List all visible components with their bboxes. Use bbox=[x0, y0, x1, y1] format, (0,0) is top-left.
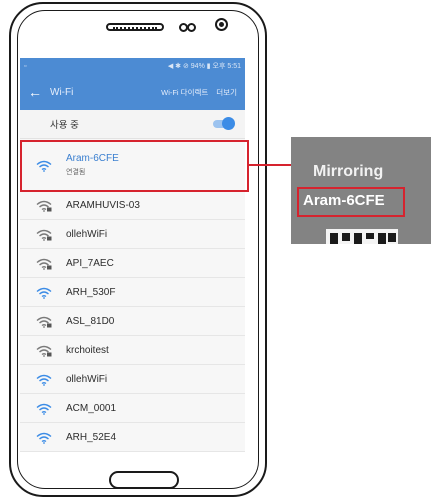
wifi-lock-icon bbox=[36, 315, 52, 328]
back-arrow-icon[interactable]: ← bbox=[28, 85, 42, 99]
network-item[interactable]: ARAMHUVIS-03 bbox=[20, 191, 245, 220]
wifi-lock-icon bbox=[36, 199, 52, 212]
network-name: ACM_0001 bbox=[66, 402, 117, 414]
network-text: ACM_0001 bbox=[66, 403, 116, 414]
front-camera-icon bbox=[215, 18, 228, 31]
inset-network-name: Aram-6CFE bbox=[303, 192, 385, 209]
network-item[interactable]: ollehWiFi bbox=[20, 220, 245, 249]
wifi-icon bbox=[36, 402, 52, 415]
app-bar: ← Wi-Fi Wi-Fi 다이렉트 더보기 bbox=[20, 74, 245, 110]
highlight-box bbox=[20, 140, 249, 192]
network-item[interactable]: krchoitest bbox=[20, 336, 245, 365]
network-name: ollehWiFi bbox=[66, 373, 108, 385]
wifi-toggle-label: 사용 중 bbox=[50, 120, 79, 131]
network-text: ARH_530F bbox=[66, 287, 115, 298]
wifi-lock-icon bbox=[36, 257, 52, 270]
network-text: ARH_52E4 bbox=[66, 432, 116, 443]
inset-title: Mirroring bbox=[313, 163, 384, 180]
notification-icon: ▫ bbox=[24, 62, 27, 70]
network-item[interactable]: ARH_530F bbox=[20, 278, 245, 307]
network-name: ARH_52E4 bbox=[66, 431, 117, 443]
wifi-icon bbox=[36, 373, 52, 386]
network-text: ollehWiFi bbox=[66, 229, 107, 240]
home-button[interactable] bbox=[109, 471, 179, 489]
wifi-toggle-switch[interactable] bbox=[213, 117, 235, 130]
network-item[interactable]: ACM_0001 bbox=[20, 394, 245, 423]
callout-connector bbox=[249, 164, 291, 166]
zoom-inset: Mirroring Aram-6CFE bbox=[291, 137, 431, 244]
network-text: ARAMHUVIS-03 bbox=[66, 200, 140, 211]
network-name: krchoitest bbox=[66, 344, 109, 356]
network-name: ARH_530F bbox=[66, 286, 116, 298]
network-item[interactable]: ollehWiFi bbox=[20, 365, 245, 394]
page-title: Wi-Fi bbox=[50, 86, 74, 98]
speaker-grille bbox=[106, 23, 164, 31]
wifi-icon bbox=[36, 431, 52, 444]
network-name: ASL_81D0 bbox=[66, 315, 115, 327]
more-button[interactable]: 더보기 bbox=[216, 87, 237, 98]
inset-qr-code bbox=[326, 229, 398, 244]
network-item[interactable]: API_7AEC bbox=[20, 249, 245, 278]
wifi-toggle-row[interactable]: 사용 중 bbox=[20, 110, 245, 139]
sensor-dot bbox=[187, 23, 196, 32]
phone-screen: ▫ ◀ ✱ ⊘ 94% ▮ 오후 5:51 ← Wi-Fi Wi-Fi 다이렉트… bbox=[20, 58, 245, 452]
network-name: API_7AEC bbox=[66, 257, 114, 269]
status-indicators: ◀ ✱ ⊘ 94% ▮ 오후 5:51 bbox=[167, 63, 241, 70]
wifi-lock-icon bbox=[36, 228, 52, 241]
wifi-icon bbox=[36, 286, 52, 299]
toggle-knob bbox=[222, 117, 235, 130]
network-text: API_7AEC bbox=[66, 258, 114, 269]
network-name: ollehWiFi bbox=[66, 228, 108, 240]
network-name: ARAMHUVIS-03 bbox=[66, 199, 140, 211]
status-bar: ▫ ◀ ✱ ⊘ 94% ▮ 오후 5:51 bbox=[20, 58, 245, 74]
wifi-lock-icon bbox=[36, 344, 52, 357]
network-text: ASL_81D0 bbox=[66, 316, 114, 327]
network-text: ollehWiFi bbox=[66, 374, 107, 385]
network-text: krchoitest bbox=[66, 345, 109, 356]
wifi-direct-button[interactable]: Wi-Fi 다이렉트 bbox=[161, 87, 208, 98]
network-item[interactable]: ARH_52E4 bbox=[20, 423, 245, 452]
network-item[interactable]: ASL_81D0 bbox=[20, 307, 245, 336]
